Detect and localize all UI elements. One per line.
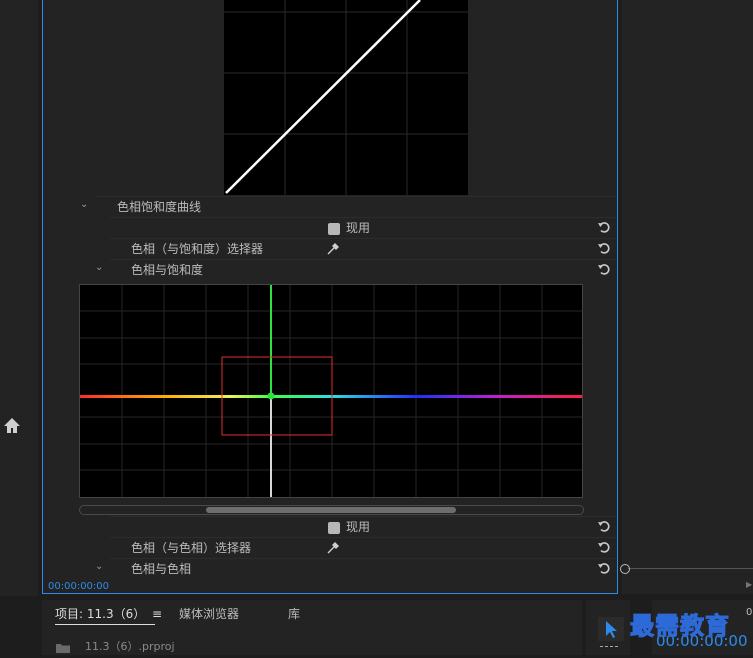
enable-label-2: 现用 xyxy=(346,520,371,534)
tab-project[interactable]: 项目: 11.3（6） ≡ xyxy=(55,605,162,622)
hue-vs-sat-row: 色相与饱和度 xyxy=(110,259,616,281)
hue-vs-hue-row: 色相与色相 xyxy=(110,558,616,577)
reset-icon[interactable] xyxy=(597,560,611,574)
home-icon[interactable] xyxy=(2,416,22,436)
reset-icon[interactable] xyxy=(597,261,611,275)
hue-sat-selector-label: 色相（与饱和度）选择器 xyxy=(131,242,264,256)
selection-tool-button[interactable] xyxy=(598,617,624,641)
curve-graph[interactable] xyxy=(224,0,468,195)
left-toolbar xyxy=(0,0,38,655)
program-monitor-panel xyxy=(622,0,753,594)
playhead-handle[interactable] xyxy=(620,564,630,574)
enable-label-1: 现用 xyxy=(346,221,371,235)
tab-library[interactable]: 库 xyxy=(288,605,300,622)
reset-icon[interactable] xyxy=(597,539,611,553)
watermark: 最需教育 xyxy=(630,611,730,641)
hue-sat-selector-row: 色相（与饱和度）选择器 xyxy=(110,238,616,260)
effect-controls-timecode[interactable]: 00:00:00:00 xyxy=(48,581,109,592)
timeline-zoom-partial: 0 xyxy=(746,607,753,618)
project-file-name[interactable]: 11.3（6）.prproj xyxy=(85,638,175,654)
reset-icon[interactable] xyxy=(597,219,611,233)
hue-sat-curve-label: 色相饱和度曲线 xyxy=(117,200,202,214)
hue-vs-hue-label: 色相与色相 xyxy=(131,562,192,576)
tab-media-browser[interactable]: 媒体浏览器 xyxy=(179,605,239,622)
enable-row-1: 现用 xyxy=(110,217,616,239)
active-tab-underline xyxy=(55,624,155,625)
menu-icon[interactable]: ≡ xyxy=(152,607,162,621)
reset-icon[interactable] xyxy=(597,240,611,254)
folder-icon xyxy=(55,639,71,658)
hue-vs-saturation-graph[interactable] xyxy=(79,284,583,498)
collapse-chevron-icon[interactable]: ⌄ xyxy=(95,262,103,273)
hue-vs-sat-label: 色相与饱和度 xyxy=(131,263,204,277)
playhead-track xyxy=(628,568,753,569)
collapse-chevron-icon[interactable]: ⌄ xyxy=(95,561,103,572)
enable-checkbox-2[interactable] xyxy=(328,522,340,534)
hue-hue-selector-label: 色相（与色相）选择器 xyxy=(131,541,252,555)
hue-hue-selector-row: 色相（与色相）选择器 xyxy=(110,537,616,559)
scrollbar-thumb[interactable] xyxy=(206,507,456,513)
tab-project-label: 项目: 11.3（6） xyxy=(55,607,146,621)
reset-icon[interactable] xyxy=(597,518,611,532)
collapse-chevron-icon[interactable]: ⌄ xyxy=(80,199,88,210)
enable-checkbox-1[interactable] xyxy=(328,223,340,235)
enable-row-2: 现用 xyxy=(110,516,616,538)
play-arrow-icon[interactable]: ▶ xyxy=(746,580,752,589)
hue-sat-curve-row: 色相饱和度曲线 xyxy=(96,196,616,218)
